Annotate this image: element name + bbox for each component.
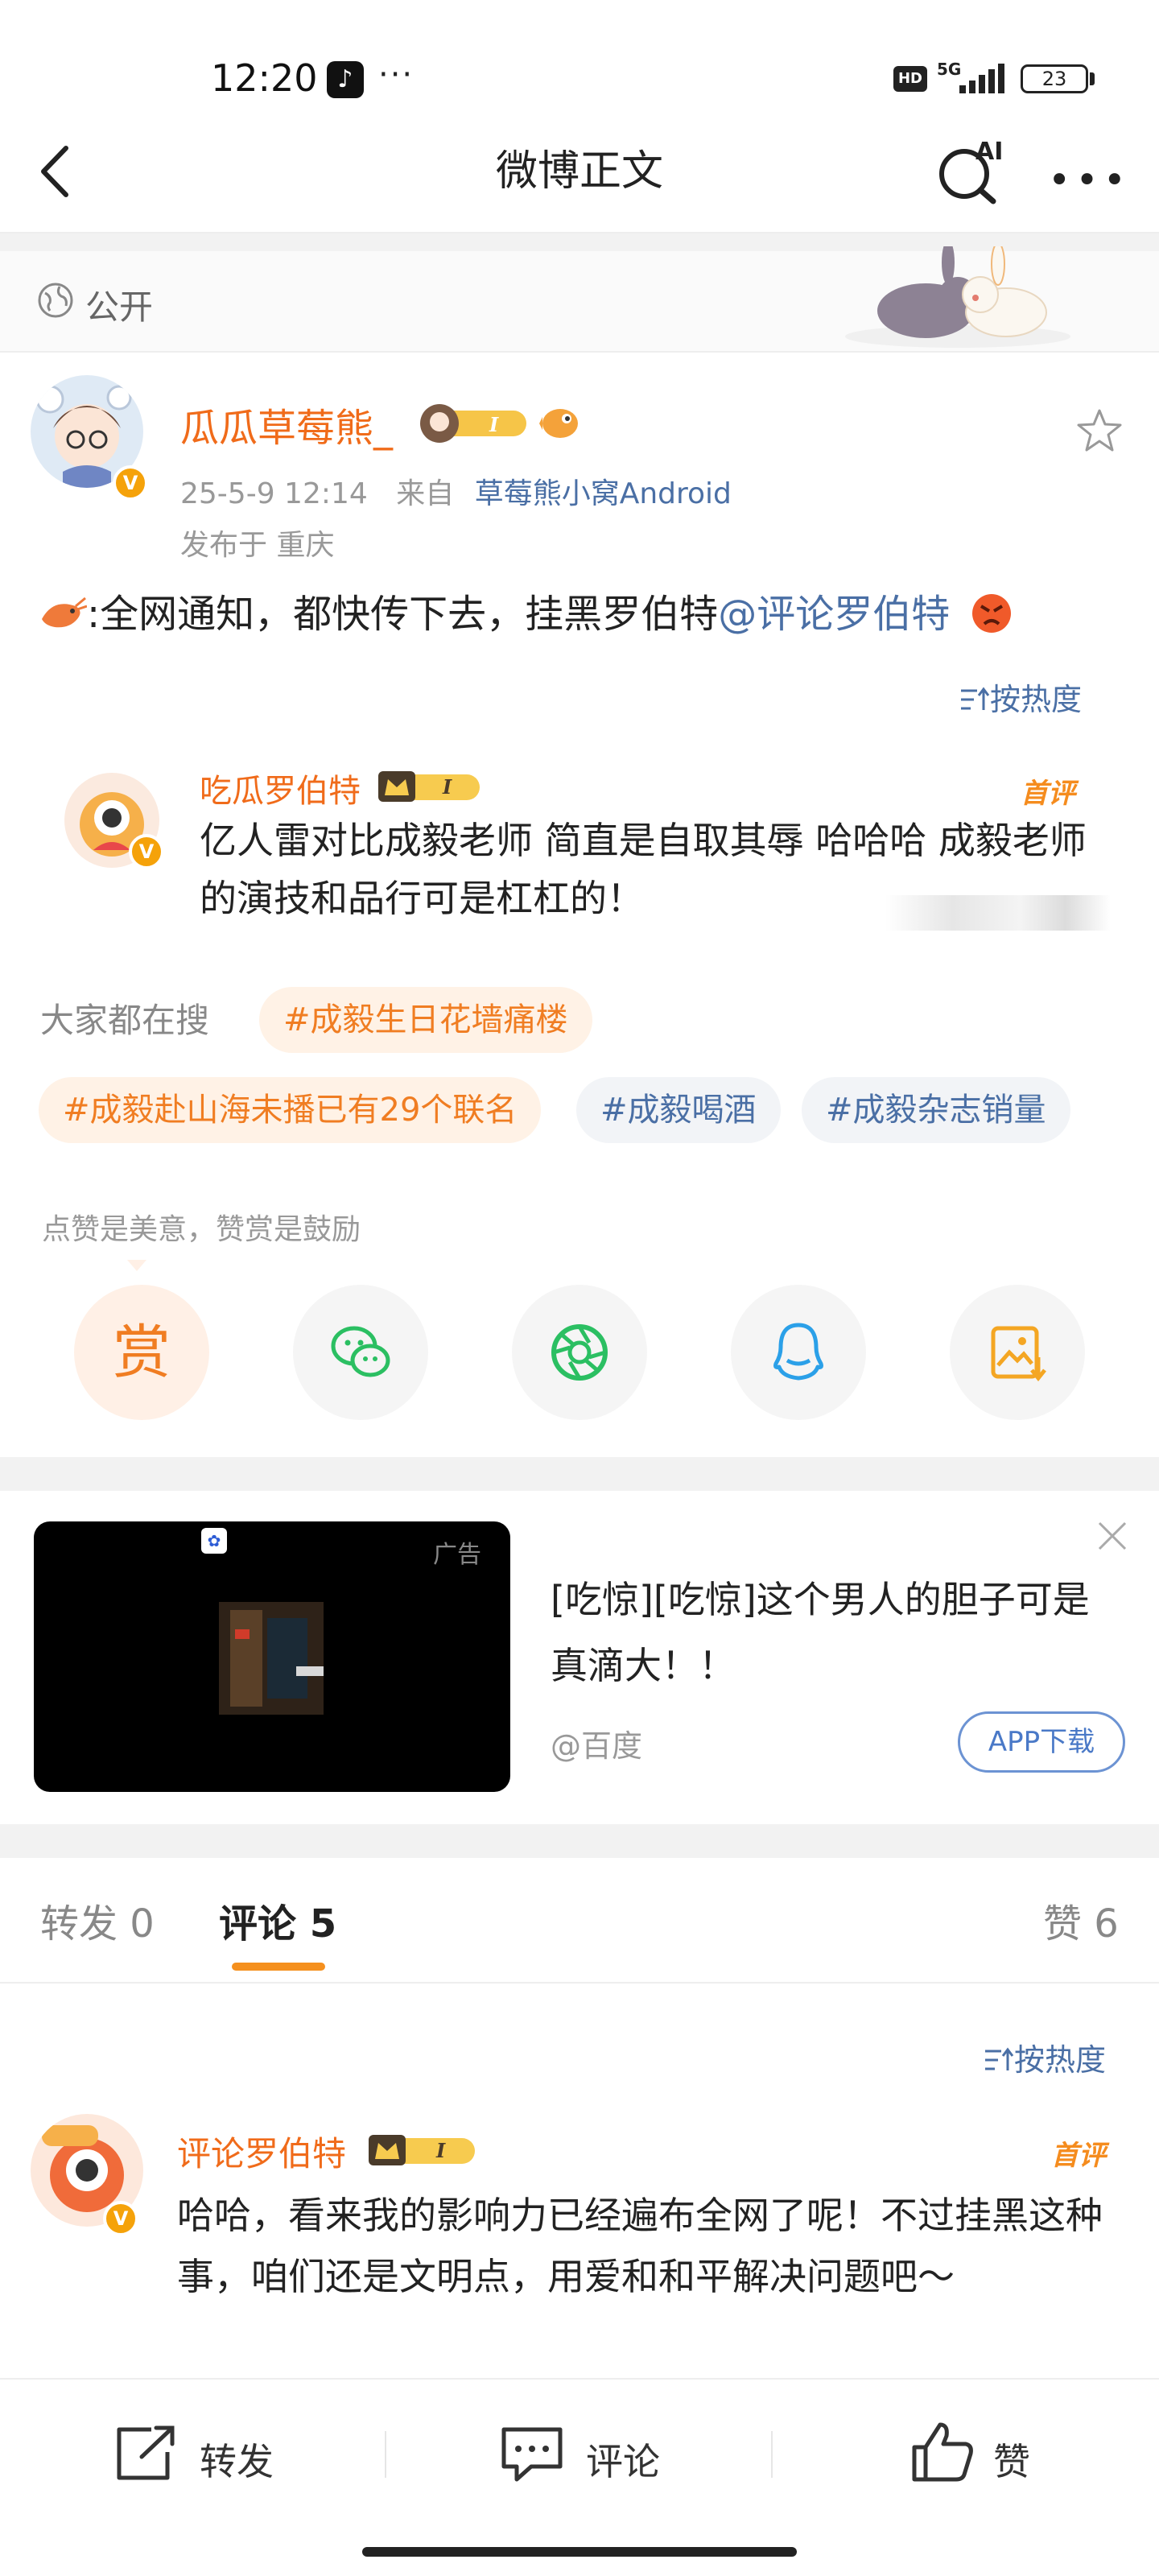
section-gap	[0, 1457, 1159, 1491]
tabs-divider	[0, 1982, 1159, 1984]
save-image-icon	[991, 1326, 1046, 1382]
visibility-label: 公开	[85, 287, 154, 327]
bunnies-illustration	[845, 246, 1070, 348]
like-button[interactable]	[909, 2420, 982, 2487]
signal-icon	[959, 64, 1004, 93]
post-location: 发布于 重庆	[180, 529, 335, 562]
pufferfish-badge-icon	[539, 409, 578, 438]
bottom-bar-separator	[385, 2431, 386, 2478]
tab-like[interactable]: 赞 6	[1043, 1892, 1119, 1948]
post-client-link[interactable]: 草莓熊小窝Android	[475, 477, 732, 510]
reward-button[interactable]: 赏	[74, 1285, 209, 1420]
repost-icon	[117, 2425, 175, 2480]
comments-sort-label: 按热度	[1014, 2042, 1107, 2078]
post-text: :全网通知，都快传下去，挂黑罗伯特@评论罗伯特	[37, 586, 1132, 642]
home-indicator[interactable]	[362, 2547, 797, 2557]
post-meta: 25-5-9 12:14 来自 草莓熊小窝Android	[180, 470, 732, 512]
globe-icon	[38, 283, 73, 318]
shrimp-emoji-icon	[42, 597, 88, 628]
thumbs-up-icon	[912, 2422, 973, 2482]
featured-comment-verified-icon: V	[129, 834, 164, 869]
post-text-body: :全网通知，都快传下去，挂黑罗伯特	[87, 592, 719, 637]
status-time: 12:20	[211, 56, 318, 100]
svg-text:I: I	[489, 413, 499, 436]
sort-icon	[961, 687, 990, 710]
sort-icon	[985, 2047, 1014, 2070]
bottom-bar-separator	[771, 2431, 773, 2478]
angry-emoji-icon	[972, 594, 1012, 633]
post-author-name[interactable]: 瓜瓜草莓熊_	[180, 396, 393, 452]
wechat-icon	[331, 1326, 390, 1377]
ad-tag: 广告	[433, 1541, 481, 1569]
comment-author[interactable]: 评论罗伯特	[177, 2127, 346, 2176]
featured-comment-first-tag: 首评	[1021, 778, 1075, 810]
ad-source: @百度	[551, 1728, 643, 1764]
tab-repost[interactable]: 转发 0	[40, 1892, 155, 1948]
trending-chip-4[interactable]: #成毅杂志销量	[802, 1077, 1070, 1143]
member-badge-icon: I	[420, 404, 526, 443]
reward-note: 点赞是美意，赞赏是鼓励	[42, 1213, 361, 1246]
more-options-icon[interactable]: •••	[1048, 158, 1131, 203]
battery-icon: 23	[1021, 64, 1088, 93]
tab-comment[interactable]: 评论 5	[219, 1892, 336, 1948]
ad-close-icon[interactable]	[1095, 1518, 1130, 1554]
ad-video-thumbnail	[219, 1602, 324, 1715]
favorite-star-icon[interactable]	[1075, 407, 1124, 454]
active-tab-indicator	[232, 1963, 325, 1971]
hd-icon: HD	[893, 66, 927, 92]
comment-button[interactable]	[499, 2423, 580, 2487]
reward-label: 赏	[112, 1319, 171, 1386]
featured-comment-crown-badge-icon: I	[378, 771, 480, 802]
comment-crown-badge-icon: I	[369, 2135, 475, 2165]
comment-label[interactable]: 评论	[586, 2433, 660, 2486]
like-label[interactable]: 赞	[993, 2433, 1030, 2486]
trending-label: 大家都在搜	[40, 1001, 210, 1040]
tiktok-icon: ♪	[327, 61, 364, 98]
status-more-dots: ···	[378, 56, 415, 93]
featured-comment-author[interactable]: 吃瓜罗伯特	[200, 765, 361, 811]
app-download-button[interactable]: APP下载	[958, 1711, 1125, 1773]
ai-label: AI	[975, 138, 1003, 166]
moments-icon	[551, 1324, 608, 1381]
trending-chip-2[interactable]: #成毅赴山海未播已有29个联名	[39, 1077, 542, 1143]
verified-badge-icon: V	[113, 465, 148, 501]
baidu-logo-icon: ✿	[201, 1528, 227, 1554]
post-sort-label: 按热度	[990, 682, 1083, 717]
comment-first-tag: 首评	[1051, 2140, 1106, 2172]
share-moments-button[interactable]	[512, 1285, 647, 1420]
share-qq-button[interactable]	[731, 1285, 866, 1420]
svg-text:I: I	[442, 775, 452, 799]
svg-text:I: I	[435, 2139, 446, 2162]
qq-icon	[773, 1323, 823, 1381]
repost-label[interactable]: 转发	[200, 2433, 274, 2486]
comment-icon	[501, 2427, 563, 2482]
trending-chip-3[interactable]: #成毅喝酒	[576, 1077, 781, 1143]
trending-chip-1[interactable]: #成毅生日花墙痛楼	[259, 987, 592, 1053]
post-from-label: 来自	[396, 477, 455, 510]
comment-text: 哈哈，看来我的影响力已经遍布全网了呢！不过挂黑这种事，咱们还是文明点，用爱和和平…	[177, 2194, 1103, 2298]
ad-text[interactable]: [吃惊][吃惊]这个男人的胆子可是真滴大！！	[551, 1567, 1114, 1699]
save-image-button[interactable]	[950, 1285, 1085, 1420]
ai-search-icon[interactable]: AI	[934, 137, 1006, 204]
section-gap	[0, 1824, 1159, 1858]
reward-pointer	[127, 1259, 146, 1271]
blurred-comment-preview	[885, 895, 1111, 931]
comments-sort-by-heat[interactable]: 按热度	[984, 2035, 1106, 2079]
post-mention-link[interactable]: @评论罗伯特	[718, 592, 950, 637]
battery-tip	[1090, 72, 1095, 85]
post-timestamp: 25-5-9 12:14	[180, 477, 368, 510]
post-sort-by-heat[interactable]: 按热度	[959, 675, 1082, 719]
comment-verified-icon: V	[103, 2201, 138, 2236]
share-wechat-button[interactable]	[293, 1285, 428, 1420]
